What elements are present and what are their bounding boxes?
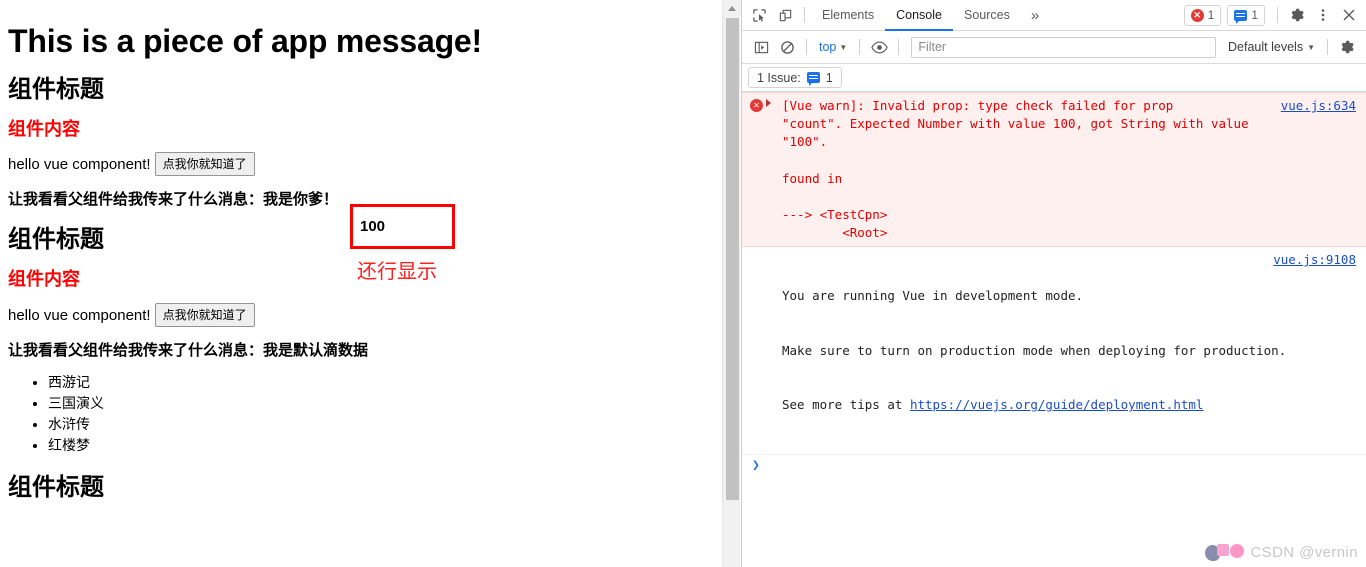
screenshot-root: This is a piece of app message! 组件标题 组件内…: [0, 0, 1366, 567]
gear-icon[interactable]: [1284, 2, 1310, 28]
book-list: 西游记 三国演义 水浒传 红楼梦: [8, 372, 714, 457]
count-prop-value: 100: [360, 218, 386, 235]
execution-context-selector[interactable]: top ▼: [813, 40, 853, 54]
info-line-1: You are running Vue in development mode.: [782, 288, 1084, 304]
click-me-button[interactable]: 点我你就知道了: [154, 302, 255, 327]
browser-page-viewport: This is a piece of app message! 组件标题 组件内…: [0, 0, 722, 567]
deployment-guide-link[interactable]: https://vuejs.org/guide/deployment.html: [910, 397, 1204, 412]
prompt-caret-icon: ❯: [752, 458, 760, 474]
page-title: This is a piece of app message!: [8, 23, 482, 59]
list-item: 红楼梦: [48, 435, 714, 456]
list-item: 三国演义: [48, 393, 714, 414]
live-expression-icon[interactable]: [866, 34, 892, 60]
error-message-text: [Vue warn]: Invalid prop: type check fai…: [782, 98, 1249, 240]
log-levels-dropdown[interactable]: Default levels ▼: [1222, 40, 1321, 54]
issues-chip-count: 1: [825, 70, 833, 85]
expand-triangle-icon[interactable]: [766, 99, 771, 107]
component-hello-line: hello vue component! 点我你就知道了: [8, 152, 714, 177]
toolbar-divider: [804, 7, 805, 23]
info-line-3: See more tips at https://vuejs.org/guide…: [782, 396, 1358, 414]
page-content: This is a piece of app message! 组件标题 组件内…: [0, 0, 722, 501]
more-vertical-icon[interactable]: [1310, 2, 1336, 28]
error-circle-icon: ✕: [1190, 8, 1204, 22]
annotation-label: 还行显示: [357, 261, 437, 283]
devtools-tabbar: Elements Console Sources » ✕ 1 1: [742, 0, 1366, 31]
chevron-down-icon: ▼: [1307, 42, 1315, 52]
info-line-2: Make sure to turn on production mode whe…: [782, 342, 1287, 358]
console-sidebar-icon[interactable]: [748, 34, 774, 60]
error-circle-icon: ✕: [750, 99, 763, 112]
clear-console-icon[interactable]: [774, 34, 800, 60]
console-message-list: ✕ vue.js:634 [Vue warn]: Invalid prop: t…: [742, 92, 1366, 567]
component-message-line: 让我看看父组件给我传来了什么消息：我是你爹！: [8, 191, 714, 209]
more-tabs-icon[interactable]: »: [1021, 0, 1049, 31]
console-filter-toolbar: top ▼ Default levels ▼: [742, 31, 1366, 64]
tab-elements[interactable]: Elements: [811, 0, 885, 31]
scrollbar-up-arrow-icon[interactable]: [723, 0, 741, 16]
hello-text: hello vue component!: [8, 156, 151, 174]
tab-sources[interactable]: Sources: [953, 0, 1021, 31]
issue-message-icon: [1234, 9, 1248, 24]
console-error-message[interactable]: ✕ vue.js:634 [Vue warn]: Invalid prop: t…: [742, 92, 1366, 247]
toolbar-divider: [1277, 7, 1278, 23]
hello-text: hello vue component!: [8, 306, 151, 324]
inspect-element-icon[interactable]: [746, 2, 772, 28]
device-toolbar-icon[interactable]: [772, 2, 798, 28]
close-icon[interactable]: [1336, 2, 1362, 28]
component-content-heading: 组件内容: [8, 118, 80, 139]
source-link[interactable]: vue.js:9108: [1273, 251, 1356, 269]
devtools-panel: Elements Console Sources » ✕ 1 1 top ▼ F…: [741, 0, 1366, 567]
toolbar-divider: [898, 39, 900, 55]
execution-context-label: top: [819, 40, 837, 54]
message-text: 让我看看父组件给我传来了什么消息：我是你爹！: [8, 191, 339, 209]
console-info-message[interactable]: vue.js:9108 You are running Vue in devel…: [742, 247, 1366, 456]
issue-message-icon: [806, 72, 820, 86]
message-text: 让我看看父组件给我传来了什么消息：我是默认滴数据: [8, 341, 369, 359]
error-count-badge[interactable]: ✕ 1: [1183, 4, 1222, 26]
component-heading: 组件标题: [8, 76, 104, 104]
component-heading: 组件标题: [8, 473, 104, 501]
toolbar-divider: [806, 39, 807, 55]
toolbar-divider: [1327, 39, 1328, 55]
issues-count-badge[interactable]: 1: [1227, 4, 1265, 26]
scrollbar-thumb[interactable]: [726, 18, 739, 500]
source-link[interactable]: vue.js:634: [1281, 97, 1356, 115]
click-me-button[interactable]: 点我你就知道了: [154, 152, 255, 177]
issues-bar: 1 Issue: 1: [742, 64, 1366, 92]
chevron-down-icon: ▼: [839, 42, 848, 52]
component-message-line: 让我看看父组件给我传来了什么消息：我是默认滴数据: [8, 342, 714, 360]
issue-count: 1: [1251, 8, 1258, 22]
component-hello-line: hello vue component! 点我你就知道了: [8, 302, 714, 328]
info-line-3-prefix: See more tips at: [782, 397, 910, 412]
console-settings-gear-icon[interactable]: [1334, 34, 1360, 60]
console-prompt[interactable]: ❯: [742, 455, 1366, 477]
page-scrollbar[interactable]: [722, 0, 741, 567]
issues-label: 1 Issue:: [757, 70, 801, 85]
console-filter-input[interactable]: [911, 36, 1217, 58]
list-item: 西游记: [48, 372, 714, 393]
info-message-text: You are running Vue in development mode.…: [772, 251, 1358, 450]
issues-chip[interactable]: 1 Issue: 1: [748, 67, 842, 88]
tab-console[interactable]: Console: [885, 0, 953, 31]
log-levels-label: Default levels: [1228, 40, 1304, 54]
list-item: 水浒传: [48, 414, 714, 435]
error-count: 1: [1207, 8, 1215, 22]
toolbar-divider: [859, 39, 861, 55]
